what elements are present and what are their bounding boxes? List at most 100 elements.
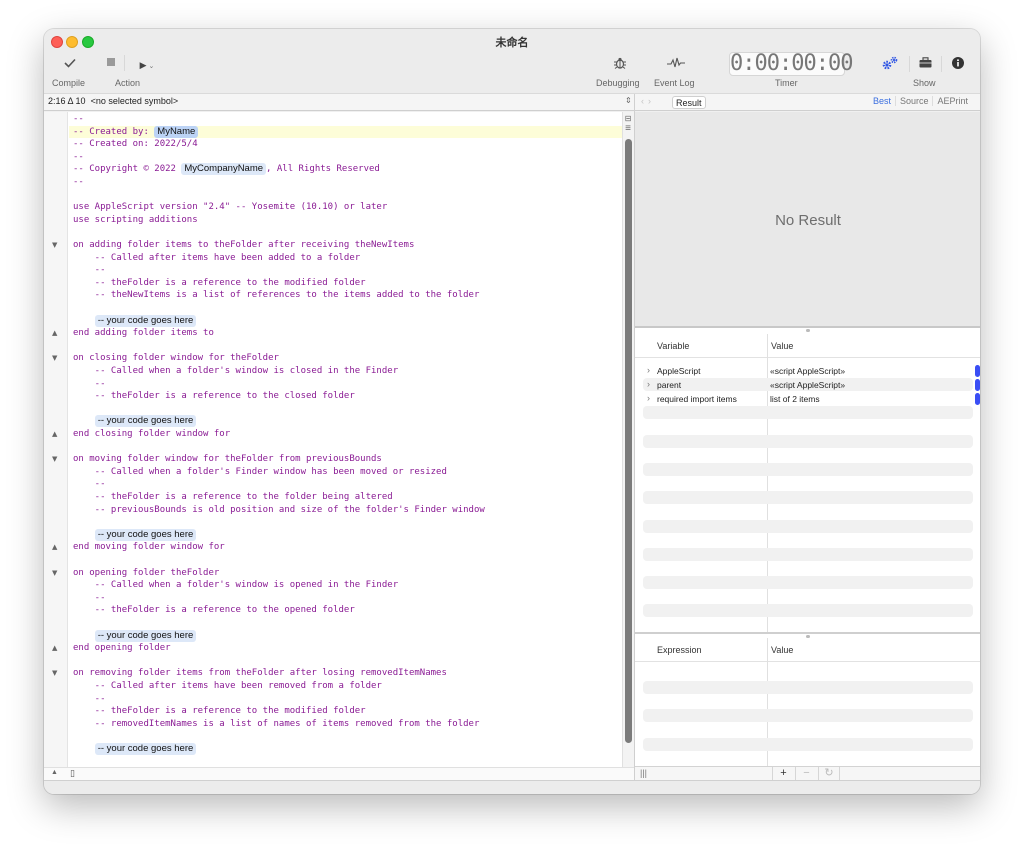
- code-line[interactable]: -- theFolder is a reference to the close…: [69, 390, 622, 403]
- code-line[interactable]: -- Called after items have been removed …: [69, 680, 622, 693]
- code-line[interactable]: use AppleScript version "2.4" -- Yosemit…: [69, 201, 622, 214]
- code-line[interactable]: end closing folder window for: [69, 428, 622, 441]
- fold-end-icon[interactable]: ▲: [52, 327, 57, 340]
- code-line[interactable]: --: [69, 176, 622, 189]
- fold-collapse-icon[interactable]: ▼: [52, 667, 57, 680]
- value-column-header[interactable]: Value: [771, 341, 793, 351]
- placeholder-token[interactable]: -- your code goes here: [94, 314, 197, 327]
- variable-column-header[interactable]: Variable: [657, 341, 689, 351]
- code-line[interactable]: on closing folder window for theFolder: [69, 352, 622, 365]
- fold-end-icon[interactable]: ▲: [52, 642, 57, 655]
- code-line[interactable]: [69, 340, 622, 353]
- disclosure-chevron-icon[interactable]: ›: [647, 379, 650, 389]
- code-line[interactable]: -- your code goes here: [69, 528, 622, 542]
- disclosure-chevron-icon[interactable]: ›: [647, 393, 650, 403]
- play-icon[interactable]: ▶ ⌄: [136, 58, 158, 74]
- column-toggle-icon[interactable]: ▯: [70, 768, 75, 779]
- checkmark-icon[interactable]: [63, 57, 77, 71]
- columns-icon[interactable]: |||: [640, 768, 647, 778]
- code-line[interactable]: -- theFolder is a reference to the folde…: [69, 491, 622, 504]
- placeholder-token[interactable]: -- your code goes here: [94, 629, 197, 642]
- variable-row[interactable]: › AppleScript «script AppleScript»: [643, 364, 973, 378]
- tab-source[interactable]: Source: [894, 96, 933, 106]
- code-line[interactable]: --: [69, 592, 622, 605]
- fold-collapse-icon[interactable]: ▼: [52, 567, 57, 580]
- disclosure-chevron-icon[interactable]: ›: [647, 365, 650, 375]
- list-lines-icon[interactable]: ≡: [623, 124, 633, 134]
- code-line[interactable]: -- theNewItems is a list of references t…: [69, 289, 622, 302]
- code-line[interactable]: use scripting additions: [69, 214, 622, 227]
- code-line[interactable]: -- your code goes here: [69, 629, 622, 643]
- code-line[interactable]: end opening folder: [69, 642, 622, 655]
- fold-end-icon[interactable]: ▲: [52, 428, 57, 441]
- code-line[interactable]: -- Called when a folder's Finder window …: [69, 466, 622, 479]
- code-line[interactable]: -- Copyright © 2022 MyCompanyName, All R…: [69, 163, 622, 176]
- code-line[interactable]: -- theFolder is a reference to the modif…: [69, 277, 622, 290]
- code-line[interactable]: --: [69, 693, 622, 706]
- result-button[interactable]: Result: [672, 96, 706, 109]
- add-expression-button[interactable]: +: [772, 767, 794, 781]
- code-line[interactable]: -- your code goes here: [69, 415, 622, 428]
- code-line[interactable]: -- removedItemNames is a list of names o…: [69, 718, 622, 731]
- code-line[interactable]: on removing folder items from theFolder …: [69, 667, 622, 680]
- code-line[interactable]: -- Called after items have been added to…: [69, 252, 622, 265]
- remove-expression-button[interactable]: −: [795, 767, 817, 781]
- code-line[interactable]: -- your code goes here: [69, 314, 622, 328]
- forward-arrow-icon[interactable]: ›: [648, 96, 655, 106]
- fold-up-icon[interactable]: ▲: [51, 769, 58, 776]
- script-editor[interactable]: -- -- Created by: MyName -- Created on: 20…: [44, 112, 634, 780]
- placeholder-token[interactable]: -- your code goes here: [94, 415, 197, 428]
- code-line[interactable]: --: [69, 264, 622, 277]
- briefcase-icon[interactable]: [918, 57, 932, 71]
- placeholder-token[interactable]: -- your code goes here: [94, 528, 197, 541]
- tab-aeprint[interactable]: AEPrint: [932, 96, 972, 106]
- symbol-popup-arrows-icon[interactable]: ⇕: [625, 96, 632, 105]
- stop-icon[interactable]: [107, 58, 115, 66]
- code-line[interactable]: [69, 617, 622, 630]
- splitter-handle[interactable]: [806, 329, 810, 332]
- code-line[interactable]: [69, 730, 622, 743]
- editor-scrollbar-thumb[interactable]: [625, 139, 632, 743]
- symbol-popup[interactable]: <no selected symbol>: [91, 96, 179, 106]
- code-line[interactable]: -- theFolder is a reference to the modif…: [69, 705, 622, 718]
- back-arrow-icon[interactable]: ‹: [641, 96, 648, 106]
- code-line[interactable]: end moving folder window for: [69, 541, 622, 554]
- code-line[interactable]: on moving folder window for theFolder fr…: [69, 453, 622, 466]
- variable-row[interactable]: › required import items list of 2 items: [643, 392, 973, 406]
- code-line[interactable]: [69, 189, 622, 202]
- waveform-icon[interactable]: [666, 57, 686, 72]
- code-line[interactable]: -- Called when a folder's window is clos…: [69, 365, 622, 378]
- code-line[interactable]: [69, 226, 622, 239]
- expression-column-header[interactable]: Expression: [657, 645, 702, 655]
- code-line[interactable]: -- Created by: MyName: [69, 125, 622, 139]
- code-line[interactable]: --: [69, 151, 622, 164]
- code-line[interactable]: [69, 302, 622, 315]
- refresh-button[interactable]: ↻: [818, 767, 840, 781]
- placeholder-token[interactable]: -- your code goes here: [94, 743, 197, 755]
- value-column-header[interactable]: Value: [771, 645, 793, 655]
- fold-collapse-icon[interactable]: ▼: [52, 453, 57, 466]
- code-line[interactable]: --: [69, 113, 622, 126]
- code-line[interactable]: end adding folder items to: [69, 327, 622, 340]
- code-line[interactable]: -- theFolder is a reference to the opene…: [69, 604, 622, 617]
- code-line[interactable]: [69, 516, 622, 529]
- tab-best[interactable]: Best: [869, 96, 895, 106]
- code-line[interactable]: -- Called when a folder's window is open…: [69, 579, 622, 592]
- code-area[interactable]: -- -- Created by: MyName -- Created on: 20…: [69, 112, 622, 767]
- code-line[interactable]: --: [69, 478, 622, 491]
- placeholder-token[interactable]: MyName: [154, 125, 199, 138]
- variable-row[interactable]: › parent «script AppleScript»: [643, 378, 973, 392]
- fold-end-icon[interactable]: ▲: [52, 541, 57, 554]
- bug-icon[interactable]: [612, 56, 628, 73]
- placeholder-token[interactable]: MyCompanyName: [181, 163, 267, 176]
- fold-collapse-icon[interactable]: ▼: [52, 239, 57, 252]
- code-line[interactable]: on opening folder theFolder: [69, 567, 622, 580]
- code-line[interactable]: -- your code goes here: [69, 743, 622, 756]
- info-icon[interactable]: [951, 57, 965, 72]
- code-line[interactable]: [69, 403, 622, 416]
- code-line[interactable]: on adding folder items to theFolder afte…: [69, 239, 622, 252]
- code-line[interactable]: [69, 655, 622, 668]
- fold-collapse-icon[interactable]: ▼: [52, 352, 57, 365]
- gears-icon[interactable]: [882, 56, 900, 73]
- code-line[interactable]: --: [69, 378, 622, 391]
